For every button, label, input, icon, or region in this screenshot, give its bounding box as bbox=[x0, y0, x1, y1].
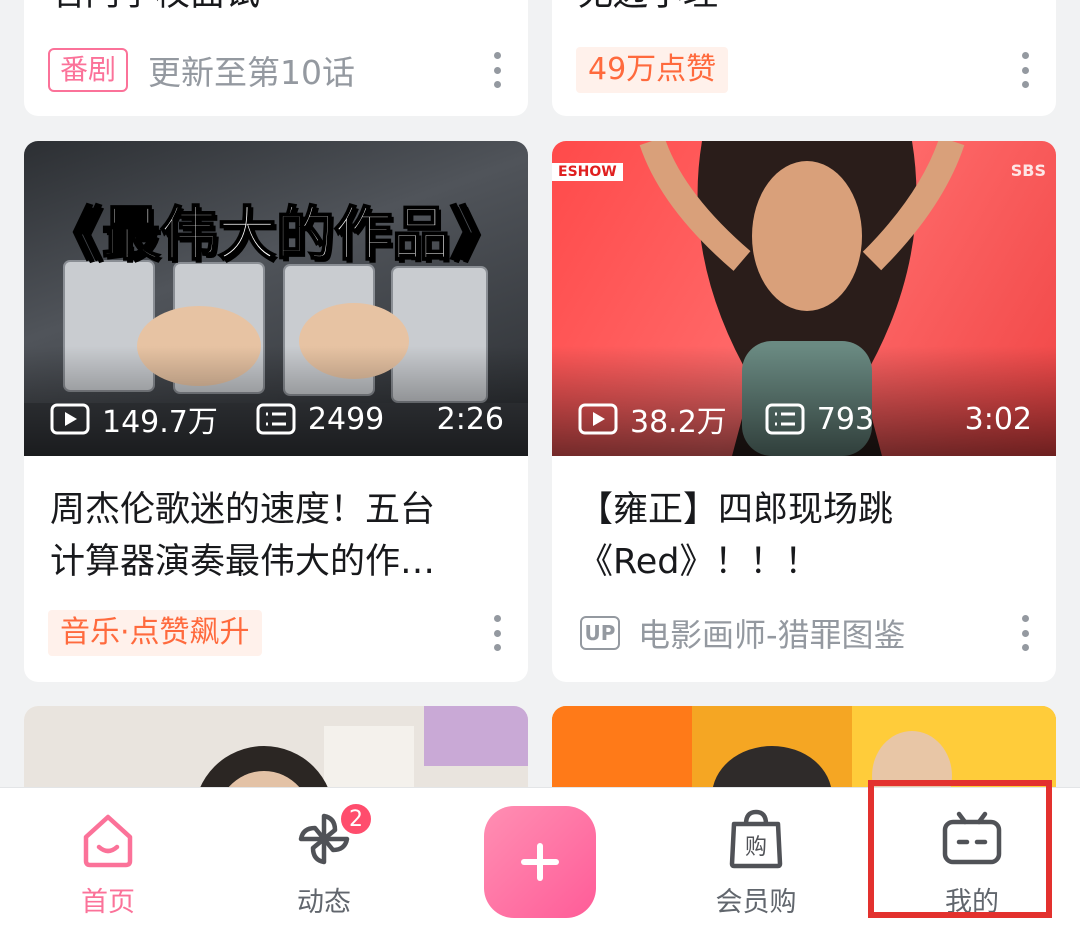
video-title: 无边小理 bbox=[578, 0, 1016, 20]
nav-label: 会员购 bbox=[715, 887, 797, 918]
danmaku-count: 2499 bbox=[307, 401, 385, 437]
channel-logo: SBS bbox=[1010, 161, 1046, 180]
video-card-top-right[interactable]: 无边小理 49万点赞 bbox=[552, 0, 1056, 116]
video-title: 名门学校面试 bbox=[50, 0, 488, 20]
view-count: 38.2万 bbox=[630, 405, 727, 440]
video-cover[interactable]: 《最伟大的作品》 149.7万 2499 2:26 bbox=[24, 141, 528, 456]
notification-badge: 2 bbox=[339, 802, 373, 836]
danmaku-icon bbox=[256, 403, 296, 435]
video-card-top-left[interactable]: 名门学校面试 番剧 更新至第10话 bbox=[24, 0, 528, 116]
nav-home[interactable]: 首页 bbox=[0, 788, 216, 933]
video-stats: 149.7万 2499 2:26 bbox=[50, 396, 504, 442]
more-options-icon[interactable] bbox=[1020, 52, 1030, 88]
more-options-icon[interactable] bbox=[1020, 615, 1030, 651]
like-tag: 49万点赞 bbox=[576, 47, 729, 93]
play-count-icon bbox=[50, 403, 90, 435]
nav-profile[interactable]: 我的 bbox=[864, 788, 1080, 933]
play-count-icon bbox=[578, 403, 618, 435]
home-tv-icon bbox=[83, 814, 133, 868]
video-title: 周杰伦歌迷的速度！五台 bbox=[50, 490, 436, 530]
video-stats: 38.2万 793 3:02 bbox=[578, 396, 1032, 442]
danmaku-icon bbox=[765, 403, 805, 435]
more-options-icon[interactable] bbox=[492, 615, 502, 651]
meta-row: UP 电影画师-猎罪图鉴 bbox=[576, 609, 1036, 657]
video-card[interactable]: 《最伟大的作品》 149.7万 2499 2:26 周杰伦歌迷的速度！五台 计算… bbox=[24, 141, 528, 682]
publish-button[interactable] bbox=[484, 806, 596, 918]
duration: 3:02 bbox=[964, 401, 1032, 437]
uploader-name[interactable]: 电影画师-猎罪图鉴 bbox=[638, 610, 906, 656]
meta-row: 番剧 更新至第10话 bbox=[48, 46, 508, 94]
view-count: 149.7万 bbox=[102, 405, 218, 440]
bilibili-tv-icon bbox=[942, 811, 1002, 865]
video-title: 【雍正】四郎现场跳 bbox=[578, 490, 894, 530]
danmaku-count: 793 bbox=[816, 401, 875, 437]
video-card[interactable]: ESHOW SBS 38.2万 793 3:02 【雍正】四郎现场跳 《Red》… bbox=[552, 141, 1056, 682]
video-title-line2: 计算器演奏最伟大的作… bbox=[50, 542, 436, 582]
video-cover[interactable]: ESHOW SBS 38.2万 793 3:02 bbox=[552, 141, 1056, 456]
more-options-icon[interactable] bbox=[492, 52, 502, 88]
category-tag: 音乐·点赞飙升 bbox=[48, 610, 262, 656]
svg-text:购: 购 bbox=[745, 835, 767, 860]
meta-row: 音乐·点赞飙升 bbox=[48, 609, 508, 657]
update-status: 更新至第10话 bbox=[148, 53, 356, 92]
nav-label: 首页 bbox=[81, 887, 135, 918]
meta-row: 49万点赞 bbox=[576, 46, 1036, 94]
nav-dynamic[interactable]: 2 动态 bbox=[216, 788, 432, 933]
video-title-line2: 《Red》！！！ bbox=[578, 542, 820, 582]
duration: 2:26 bbox=[436, 401, 504, 437]
nav-label: 我的 bbox=[945, 887, 999, 918]
plus-icon bbox=[521, 843, 559, 881]
nav-label: 动态 bbox=[297, 887, 351, 918]
bottom-navigation: 首页 2 动态 购 会员购 我的 bbox=[0, 788, 1080, 933]
shopping-bag-icon: 购 bbox=[729, 809, 783, 869]
tag-badge: 番剧 bbox=[48, 48, 129, 92]
broadcast-label: ESHOW bbox=[552, 163, 623, 181]
nav-mall[interactable]: 购 会员购 bbox=[648, 788, 864, 933]
up-badge: UP bbox=[580, 616, 620, 650]
cover-title-text: 《最伟大的作品》 bbox=[43, 199, 509, 269]
